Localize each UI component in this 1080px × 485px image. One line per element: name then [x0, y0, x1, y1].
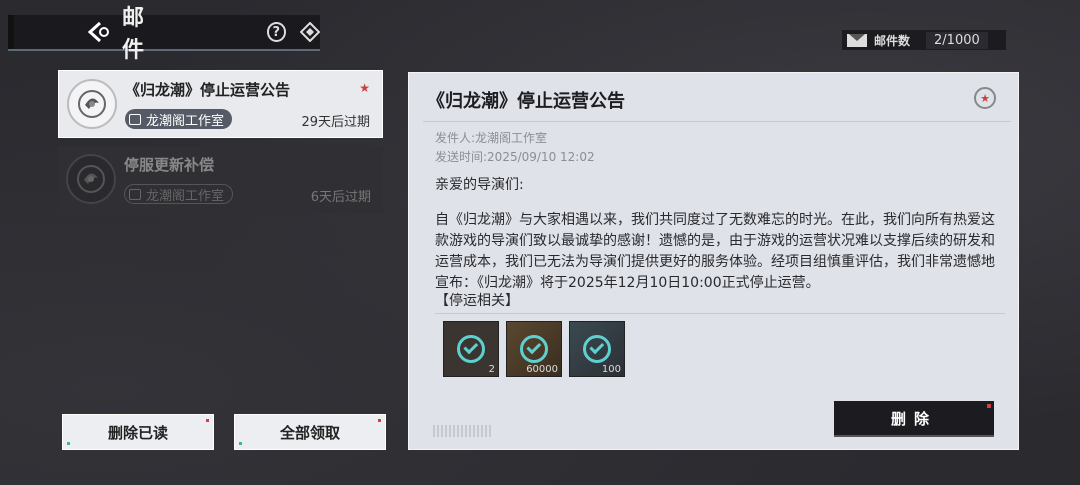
sender-tag: 龙潮阁工作室 [125, 109, 233, 129]
mail-count-label: 邮件数 [874, 33, 911, 48]
star-icon: ★ [359, 81, 370, 95]
sender-name: 龙潮阁工作室 [146, 188, 225, 204]
divider [423, 121, 1011, 122]
mail-list-item[interactable]: 《归龙潮》停止运营公告 ★ 龙潮阁工作室 29天后过期 [58, 70, 383, 138]
divider [435, 313, 1005, 314]
mail-detail-panel: 《归龙潮》停止运营公告 ★ 发件人:龙潮阁工作室 发送时间:2025/09/10… [408, 72, 1019, 450]
claim-all-button[interactable]: 全部领取 [234, 414, 386, 450]
mystery-box-icon[interactable]: 2 [443, 321, 499, 377]
page-title: 邮件 [122, 6, 147, 63]
section-heading: 【停运相关】 [435, 293, 519, 309]
mail-title: 停服更新补偿 [124, 156, 215, 174]
detail-title: 《归龙潮》停止运营公告 [427, 91, 625, 112]
mail-header: 邮件 ? [8, 6, 320, 63]
mail-count-value: 2/1000 [926, 31, 988, 49]
mail-body: 自《归龙潮》与大家相遇以来，我们共同度过了无数难忘的时光。在此，我们向所有热爱这… [435, 212, 995, 291]
envelope-icon [847, 33, 867, 47]
sender-name: 龙潮阁工作室 [146, 113, 225, 129]
claimed-check-icon [457, 335, 485, 363]
expiry-text: 6天后过期 [310, 190, 371, 205]
attachment-quantity: 100 [601, 364, 621, 375]
greeting: 亲爱的导演们: [435, 177, 524, 193]
favorite-star-icon[interactable]: ★ [974, 87, 996, 109]
attachment-list: 2 60000 100 [443, 321, 625, 377]
stamp-decoration [433, 425, 493, 437]
mail-count-badge: 邮件数 2/1000 [842, 30, 1006, 50]
claimed-check-icon [520, 335, 548, 363]
sender-line: 发件人:龙潮阁工作室 [435, 131, 548, 145]
currency-coin-icon[interactable]: 60000 [506, 321, 562, 377]
delete-button[interactable]: 删除 [834, 401, 994, 437]
help-icon[interactable]: ? [266, 22, 286, 42]
attachment-quantity: 60000 [526, 364, 558, 375]
crystal-icon[interactable]: 100 [569, 321, 625, 377]
diamond-menu-icon[interactable] [300, 22, 320, 42]
studio-icon [129, 113, 141, 125]
attachment-quantity: 2 [488, 364, 495, 375]
back-icon[interactable] [86, 19, 112, 45]
studio-icon [129, 188, 141, 200]
sender-tag: 龙潮阁工作室 [124, 184, 234, 204]
sent-time: 发送时间:2025/09/10 12:02 [435, 150, 595, 164]
mail-list-item[interactable]: 停服更新补偿 龙潮阁工作室 6天后过期 [58, 146, 383, 214]
dragon-emblem-icon [67, 79, 117, 129]
mail-title: 《归龙潮》停止运营公告 [125, 81, 291, 99]
dragon-emblem-icon [66, 154, 116, 204]
claimed-check-icon [583, 335, 611, 363]
delete-read-button[interactable]: 删除已读 [62, 414, 214, 450]
expiry-text: 29天后过期 [301, 115, 370, 130]
